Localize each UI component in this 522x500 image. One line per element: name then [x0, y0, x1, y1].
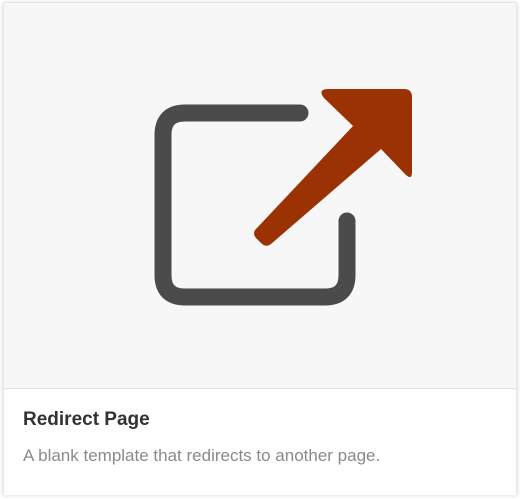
template-title: Redirect Page	[23, 409, 150, 430]
template-description: A blank template that redirects to anoth…	[23, 446, 381, 465]
template-info: Redirect Page A blank template that redi…	[4, 389, 516, 495]
template-card-redirect-page[interactable]: Redirect Page A blank template that redi…	[3, 2, 517, 495]
frame-shape	[154, 104, 356, 306]
template-thumbnail	[4, 3, 516, 389]
external-link-icon	[154, 89, 412, 306]
